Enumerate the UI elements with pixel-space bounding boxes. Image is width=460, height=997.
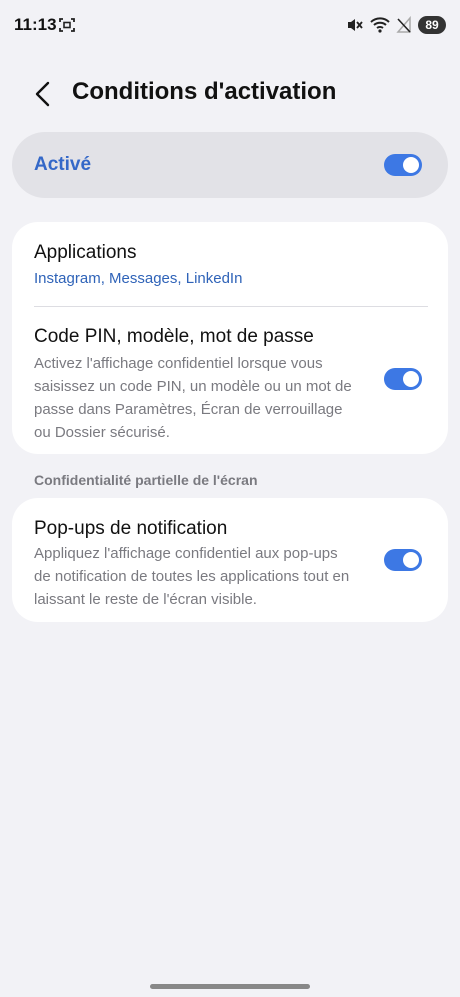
header: Conditions d'activation <box>0 64 460 124</box>
popups-description: Appliquez l'affichage confidentiel aux p… <box>34 545 350 608</box>
status-icons: 89 <box>346 14 446 36</box>
master-switch-row[interactable]: Activé <box>12 132 448 198</box>
settings-card: Applications Instagram, Messages, Linked… <box>12 222 448 454</box>
popups-row[interactable]: Pop-ups de notification Appliquez l'affi… <box>12 498 448 622</box>
applications-title: Applications <box>34 242 137 263</box>
pin-description: Activez l'affichage confidentiel lorsque… <box>34 355 352 441</box>
popups-toggle[interactable] <box>384 549 422 571</box>
applications-value: Instagram, Messages, LinkedIn <box>34 270 243 287</box>
status-time: 11:13 <box>14 15 57 34</box>
pin-row[interactable]: Code PIN, modèle, mot de passe Activez l… <box>12 308 448 454</box>
popups-title: Pop-ups de notification <box>34 518 228 539</box>
status-bar: 11:13 89 <box>0 0 460 52</box>
master-toggle[interactable] <box>384 154 422 176</box>
divider <box>34 306 428 307</box>
back-button[interactable] <box>28 78 56 110</box>
home-indicator[interactable] <box>150 984 310 989</box>
pin-toggle[interactable] <box>384 368 422 390</box>
battery-icon: 89 <box>418 16 446 34</box>
mute-icon <box>348 19 363 31</box>
page-title: Conditions d'activation <box>72 78 337 105</box>
no-signal-icon <box>396 16 411 33</box>
partial-card: Pop-ups de notification Appliquez l'affi… <box>12 498 448 622</box>
applications-row[interactable]: Applications Instagram, Messages, Linked… <box>12 222 448 306</box>
section-header: Confidentialité partielle de l'écran <box>34 472 258 488</box>
screenshot-icon <box>59 18 75 32</box>
pin-title: Code PIN, modèle, mot de passe <box>34 326 314 347</box>
wifi-icon <box>370 17 390 33</box>
master-switch-label: Activé <box>34 154 92 175</box>
